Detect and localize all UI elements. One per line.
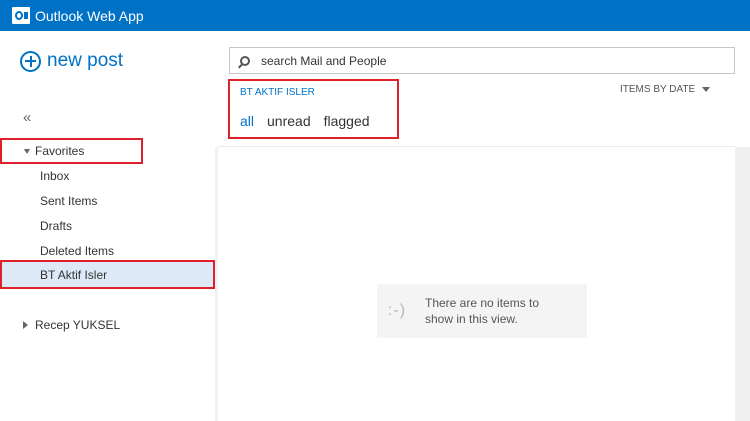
app-title: Outlook Web App	[35, 8, 144, 24]
collapse-nav-button[interactable]: «	[23, 109, 31, 126]
pane-gutter-right	[735, 147, 750, 421]
search-icon[interactable]	[240, 55, 250, 66]
nav-item-label: BT Aktif Isler	[40, 267, 108, 282]
favorites-label: Favorites	[35, 144, 85, 158]
account-label: Recep YUKSEL	[35, 318, 121, 332]
folder-title: BT AKTIF ISLER	[240, 87, 315, 98]
search-input[interactable]	[261, 53, 701, 68]
nav-item-bt-aktif-isler[interactable]: BT Aktif Isler	[0, 260, 215, 289]
sort-dropdown[interactable]: ITEMS BY DATE	[620, 84, 711, 95]
list-divider	[218, 146, 735, 147]
account-folder-recep-yuksel[interactable]: Recep YUKSEL	[0, 315, 120, 335]
outlook-logo-icon	[12, 7, 30, 24]
new-post-label: new post	[47, 50, 124, 71]
search-box[interactable]	[229, 47, 735, 74]
nav-item-sent-items[interactable]: Sent Items	[0, 188, 215, 213]
sort-label: ITEMS BY DATE	[620, 84, 696, 95]
plus-circle-icon	[20, 50, 41, 72]
nav-item-drafts[interactable]: Drafts	[0, 213, 215, 238]
expand-triangle-icon	[24, 148, 30, 154]
empty-state-message: There are no items to show in this view.	[425, 296, 540, 326]
empty-state: :-) There are no items to show in this v…	[377, 284, 587, 338]
filter-all[interactable]: all	[240, 113, 254, 129]
smiley-icon: :-)	[387, 302, 407, 319]
filter-tabs: all unread flagged	[240, 113, 370, 129]
collapsed-triangle-icon	[23, 321, 28, 329]
nav-item-label: Deleted Items	[40, 243, 115, 258]
favorites-header[interactable]: Favorites	[0, 138, 143, 164]
filter-flagged[interactable]: flagged	[324, 113, 370, 129]
folder-header: BT AKTIF ISLER all unread flagged	[228, 79, 399, 139]
filter-unread[interactable]: unread	[267, 113, 311, 129]
chevron-down-icon	[702, 87, 711, 92]
nav-item-label: Sent Items	[40, 193, 98, 208]
new-post-button[interactable]: new post	[20, 49, 123, 73]
nav-item-label: Inbox	[40, 168, 70, 183]
top-bar: Outlook Web App	[0, 0, 750, 31]
nav-item-inbox[interactable]: Inbox	[0, 163, 215, 188]
pane-gutter-left	[215, 147, 218, 421]
nav-item-label: Drafts	[40, 218, 73, 233]
